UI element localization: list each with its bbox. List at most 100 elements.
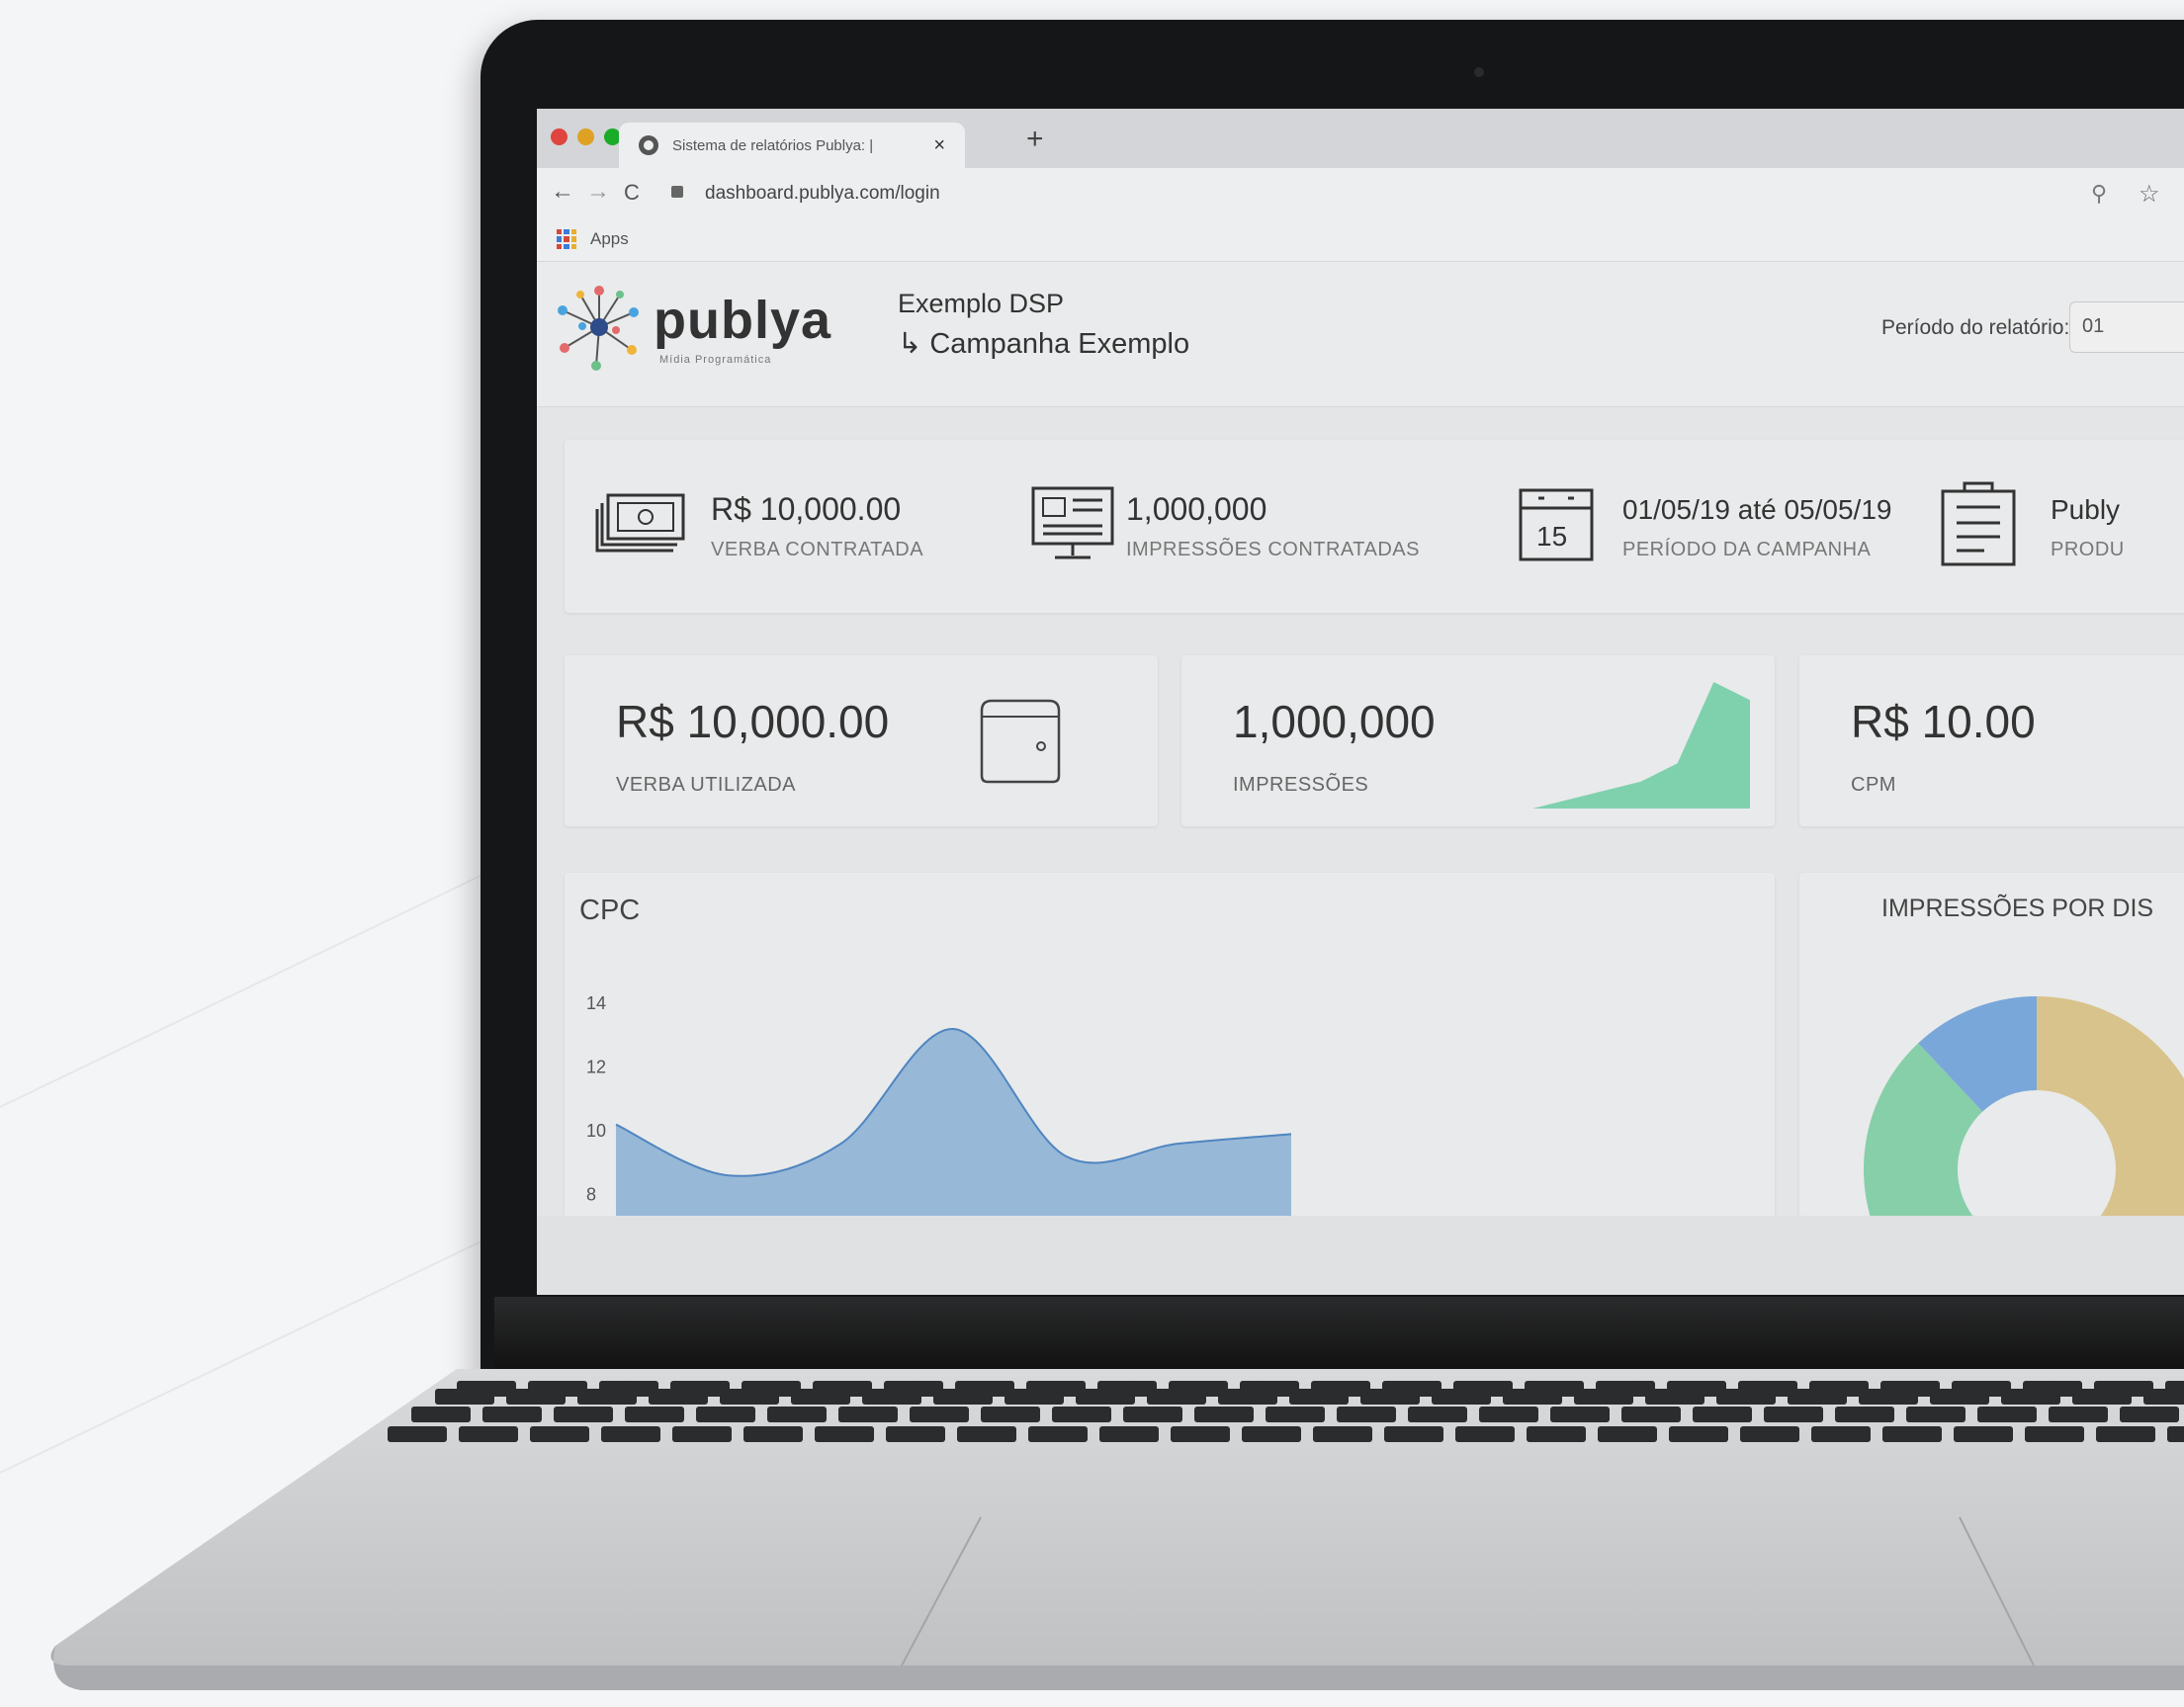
keyboard-key <box>1764 1407 1823 1422</box>
keyboard-key <box>2167 1426 2184 1442</box>
bookmark-star-icon[interactable]: ☆ <box>2139 180 2160 209</box>
keyboard-key <box>1574 1389 1633 1405</box>
cpc-y-tick: 14 <box>586 993 606 1013</box>
close-window-button[interactable] <box>551 128 568 145</box>
lock-icon <box>671 186 683 198</box>
logo-text: publya <box>654 291 832 350</box>
keyboard-key <box>838 1407 898 1422</box>
keyboard-key <box>1052 1407 1111 1422</box>
back-button[interactable]: ← <box>551 178 574 206</box>
keyboard-key <box>1076 1389 1135 1405</box>
keyboard-key <box>1859 1389 1918 1405</box>
publya-logo-icon <box>558 286 639 371</box>
breadcrumb-account[interactable]: Exemplo DSP <box>898 289 1064 319</box>
keyboard-key <box>720 1389 779 1405</box>
keyboard-key <box>933 1389 993 1405</box>
keyboard-key <box>1669 1426 1728 1442</box>
keyboard-key <box>1194 1407 1254 1422</box>
keyboard-key <box>1716 1389 1776 1405</box>
keyboard-key <box>2120 1407 2179 1422</box>
keyboard-key <box>411 1407 471 1422</box>
breadcrumb-campaign[interactable]: ↳ Campanha Exemplo <box>898 326 1189 361</box>
keyboard-key <box>1788 1389 1847 1405</box>
laptop-hinge <box>494 1297 2184 1372</box>
impressions-card: 1,000,000 IMPRESSÕES <box>1181 655 1775 826</box>
keyboard-key <box>1337 1407 1396 1422</box>
keyboard-key <box>601 1426 660 1442</box>
keyboard-key <box>1645 1389 1704 1405</box>
keyboard-key <box>2096 1426 2155 1442</box>
new-tab-button[interactable]: + <box>1026 123 1044 156</box>
impressions-label: IMPRESSÕES <box>1233 774 1369 796</box>
keyboard-key <box>506 1389 566 1405</box>
report-period-label: Período do relatório: <box>1881 316 2070 339</box>
forward-button[interactable]: → <box>586 178 610 206</box>
impressions-value: 1,000,000 <box>1233 696 1436 747</box>
used-budget-value: R$ 10,000.00 <box>616 696 890 747</box>
keyboard-key <box>1954 1426 2013 1442</box>
keyboard-key <box>649 1389 708 1405</box>
keyboard-key <box>1740 1426 1799 1442</box>
laptop-base <box>50 1369 2184 1690</box>
keyboard-key <box>1005 1389 1064 1405</box>
logo-subtitle: Mídia Programática <box>659 354 772 366</box>
keyboard-key <box>910 1407 969 1422</box>
contracted-budget-value: R$ 10,000.00 <box>711 491 902 527</box>
keyboard-key <box>862 1389 921 1405</box>
keyboard-key <box>1835 1407 1894 1422</box>
campaign-summary-card: R$ 10,000.00 VERBA CONTRATADA 1,000,000 … <box>565 440 2184 613</box>
keyboard-key <box>1432 1389 1491 1405</box>
apps-grid-icon[interactable] <box>557 229 576 249</box>
keyboard-key <box>696 1407 755 1422</box>
wallet-icon <box>980 699 1061 784</box>
tab-close-icon[interactable]: × <box>933 134 945 157</box>
zoom-search-icon[interactable]: ⚲ <box>2091 181 2107 207</box>
laptop-screen: Sistema de relatórios Publya: | × + ← → … <box>537 109 2184 1295</box>
keyboard-key <box>957 1426 1016 1442</box>
clipboard-icon <box>1941 481 2016 566</box>
keyboard-key <box>459 1426 518 1442</box>
webcam <box>1474 67 1484 77</box>
used-budget-card: R$ 10,000.00 VERBA UTILIZADA <box>565 655 1158 826</box>
keyboard-key <box>482 1407 542 1422</box>
keyboard-key <box>2049 1407 2108 1422</box>
keyboard-key <box>1598 1426 1657 1442</box>
apps-bookmark[interactable]: Apps <box>590 229 629 249</box>
favicon-icon <box>639 135 658 155</box>
keyboard-key <box>981 1407 1040 1422</box>
campaign-period-label: PERÍODO DA CAMPANHA <box>1622 539 1872 560</box>
keyboard-key <box>1123 1407 1182 1422</box>
keyboard-key <box>2143 1389 2184 1405</box>
keyboard-key <box>1313 1426 1372 1442</box>
reload-button[interactable]: C <box>624 180 640 206</box>
report-period-input[interactable]: 01 <box>2069 301 2184 353</box>
keyboard-key <box>767 1407 827 1422</box>
screen-footer-strip <box>537 1216 2184 1295</box>
keyboard-key <box>625 1407 684 1422</box>
cpc-y-tick: 8 <box>586 1185 596 1205</box>
cpm-label: CPM <box>1851 774 1896 796</box>
url-input[interactable]: dashboard.publya.com/login <box>705 183 940 205</box>
impressions-by-device-title: IMPRESSÕES POR DIS <box>1881 895 2154 922</box>
contracted-budget-label: VERBA CONTRATADA <box>711 539 924 560</box>
keyboard-key <box>1550 1407 1610 1422</box>
bookmarks-bar <box>537 217 2184 262</box>
contracted-impressions-label: IMPRESSÕES CONTRATADAS <box>1126 539 1420 560</box>
keyboard-key <box>577 1389 637 1405</box>
browser-tab[interactable]: Sistema de relatórios Publya: | × <box>619 123 965 168</box>
keyboard-key <box>1930 1389 1989 1405</box>
keyboard-key <box>1527 1426 1586 1442</box>
keyboard-key <box>1455 1426 1515 1442</box>
keyboard-key <box>1171 1426 1230 1442</box>
keyboard-key <box>815 1426 874 1442</box>
product-label: PRODU <box>2051 539 2125 560</box>
keyboard-key <box>1503 1389 1562 1405</box>
keyboard-key <box>1906 1407 1966 1422</box>
keyboard-key <box>1977 1407 2037 1422</box>
minimize-window-button[interactable] <box>577 128 594 145</box>
cpc-chart-title: CPC <box>579 895 641 926</box>
keyboard-key <box>435 1389 494 1405</box>
keyboard-key <box>1408 1407 1467 1422</box>
keyboard-key <box>1218 1389 1277 1405</box>
money-icon <box>595 493 685 553</box>
